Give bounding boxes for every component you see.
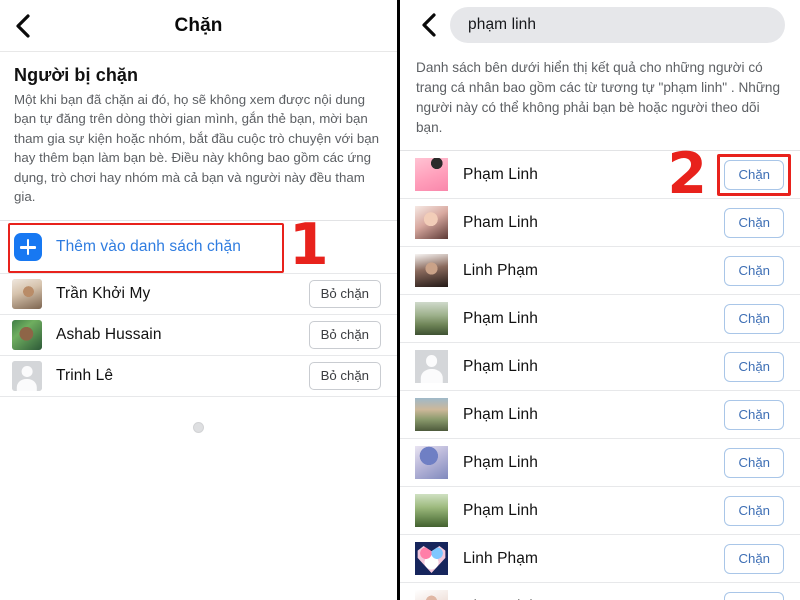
- blocked-person-row[interactable]: Trần Khởi My Bỏ chặn: [0, 273, 397, 314]
- avatar: [415, 590, 448, 600]
- block-button[interactable]: Chặn: [724, 447, 784, 478]
- search-result-name: Pham Linh: [463, 213, 539, 231]
- block-button[interactable]: Chặn: [724, 495, 784, 526]
- blocked-person-name: Trinh Lê: [56, 367, 114, 385]
- block-button[interactable]: Chặn: [724, 159, 784, 190]
- avatar: [12, 279, 42, 310]
- page-title-left: Chặn: [174, 14, 223, 36]
- block-button[interactable]: Chặn: [724, 351, 784, 382]
- block-button[interactable]: Chặn: [724, 591, 784, 600]
- blocked-person-row[interactable]: Ashab Hussain Bỏ chặn: [0, 314, 397, 355]
- annotation-number-2: 2: [667, 141, 707, 207]
- add-to-block-list-button[interactable]: Thêm vào danh sách chặn: [0, 221, 290, 273]
- search-result-name: Phạm Linh: [463, 501, 539, 519]
- avatar: [12, 320, 42, 351]
- search-result-row[interactable]: Phạm Linh Chặn: [400, 295, 800, 343]
- back-button-left[interactable]: [0, 0, 44, 52]
- screenshot-root: Chặn Người bị chặn Một khi bạn đã chặn a…: [0, 0, 800, 600]
- search-result-row[interactable]: Phạm Linh Chặn: [400, 439, 800, 487]
- avatar: [415, 302, 448, 335]
- search-result-row[interactable]: Phạm Linh Chặn 2: [400, 146, 800, 203]
- search-result-row[interactable]: Linh Phạm Chặn: [400, 247, 800, 295]
- blocked-person-name: Trần Khởi My: [56, 285, 151, 303]
- section-description-blocked-people: Một khi bạn đã chặn ai đó, họ sẽ không x…: [14, 92, 380, 205]
- add-to-block-list-label: Thêm vào danh sách chặn: [56, 238, 241, 256]
- avatar: [415, 542, 448, 575]
- blocked-person-row[interactable]: Trinh Lê Bỏ chặn: [0, 355, 397, 396]
- search-result-row[interactable]: Phạm Linh Chặn: [400, 487, 800, 535]
- plus-icon: [14, 233, 42, 262]
- block-button[interactable]: Chặn: [724, 303, 784, 334]
- annotation-number-1: 1: [289, 212, 329, 279]
- search-results-description: Danh sách bên dưới hiển thị kết quả cho …: [416, 60, 781, 135]
- default-avatar-icon: [12, 361, 42, 392]
- search-result-name: Linh Phạm: [463, 549, 539, 567]
- avatar: [12, 361, 42, 392]
- default-avatar-icon: [415, 350, 448, 383]
- search-result-row[interactable]: Pham Linh Chặn: [400, 199, 800, 247]
- avatar: [415, 206, 448, 239]
- avatar: [415, 254, 448, 287]
- search-result-name: Phạm Linh: [463, 309, 539, 327]
- block-button[interactable]: Chặn: [724, 207, 784, 238]
- avatar: [415, 350, 448, 383]
- loading-indicator-region: [0, 397, 397, 457]
- block-button[interactable]: Chặn: [724, 399, 784, 430]
- right-header: phạm linh: [400, 0, 800, 50]
- left-header: Chặn: [0, 0, 397, 52]
- unblock-button[interactable]: Bỏ chặn: [308, 321, 381, 350]
- section-title-blocked-people: Người bị chặn: [14, 65, 139, 85]
- unblock-button[interactable]: Bỏ chặn: [308, 280, 381, 309]
- loading-dot-icon: [193, 421, 204, 433]
- search-input-value: phạm linh: [468, 16, 537, 33]
- search-result-name: Phạm Linh: [463, 357, 539, 375]
- avatar: [415, 446, 448, 479]
- add-to-block-list-region: Thêm vào danh sách chặn 1: [0, 217, 397, 274]
- avatar: [415, 158, 448, 191]
- search-input[interactable]: phạm linh: [450, 7, 785, 43]
- search-result-row[interactable]: Phạm Linh Chặn: [400, 391, 800, 439]
- blocked-person-name: Ashab Hussain: [56, 326, 162, 344]
- search-result-row[interactable]: Phạm Linh Chặn: [400, 583, 800, 600]
- left-panel-block-settings: Chặn Người bị chặn Một khi bạn đã chặn a…: [0, 0, 400, 600]
- search-result-row[interactable]: Linh Phạm Chặn: [400, 535, 800, 583]
- search-result-name: Phạm Linh: [463, 405, 539, 423]
- avatar: [415, 398, 448, 431]
- search-result-name: Phạm Linh: [463, 453, 539, 471]
- chevron-left-icon: [14, 13, 31, 39]
- avatar: [415, 494, 448, 527]
- right-panel-search-results: phạm linh Danh sách bên dưới hiển thị kế…: [400, 0, 800, 600]
- block-button[interactable]: Chặn: [724, 543, 784, 574]
- back-button-right[interactable]: [406, 0, 450, 51]
- block-button[interactable]: Chặn: [724, 255, 784, 286]
- unblock-button[interactable]: Bỏ chặn: [308, 362, 381, 391]
- search-result-row[interactable]: Phạm Linh Chặn: [400, 343, 800, 391]
- chevron-left-icon: [420, 12, 437, 38]
- search-result-name: Linh Phạm: [463, 261, 539, 279]
